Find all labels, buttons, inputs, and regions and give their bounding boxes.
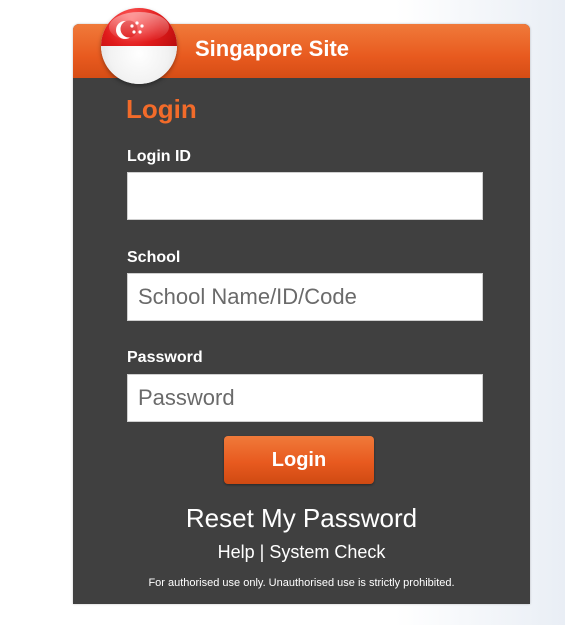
login-button[interactable]: Login (224, 436, 374, 484)
help-links-row: Help | System Check (73, 542, 530, 563)
login-heading: Login (126, 94, 197, 124)
school-input[interactable] (127, 273, 483, 321)
singapore-flag-icon (101, 8, 177, 84)
school-label: School (127, 249, 181, 266)
password-input[interactable] (127, 374, 483, 422)
login-id-label: Login ID (127, 148, 191, 165)
system-check-link[interactable]: System Check (269, 542, 385, 562)
password-label: Password (127, 349, 203, 366)
link-separator: | (259, 542, 265, 562)
help-link[interactable]: Help (218, 542, 255, 562)
reset-password-link[interactable]: Reset My Password (73, 503, 530, 534)
site-title: Singapore Site (195, 36, 350, 61)
login-id-input[interactable] (127, 172, 483, 220)
disclaimer-text: For authorised use only. Unauthorised us… (148, 577, 455, 589)
